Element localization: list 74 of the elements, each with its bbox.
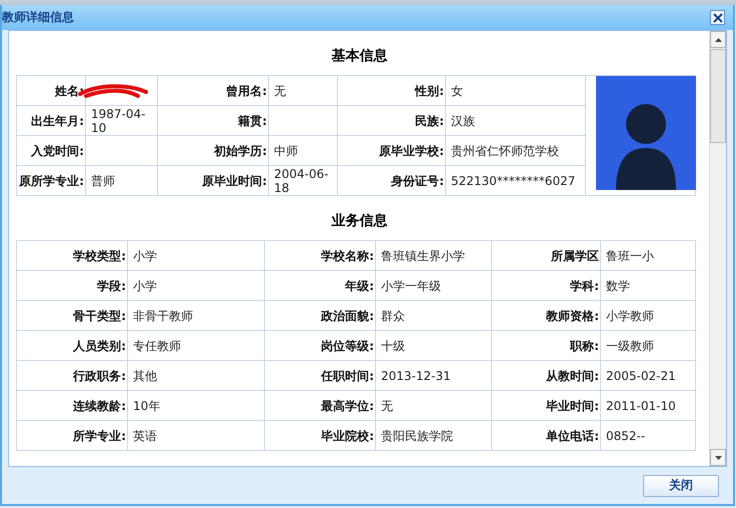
- field-value: 鲁班镇生界小学: [376, 240, 492, 270]
- field-value: 女: [446, 76, 586, 106]
- field-value: 2005-02-21: [600, 360, 696, 390]
- field-label: 所属学区: [492, 240, 600, 270]
- close-dialog-button[interactable]: 关闭: [643, 474, 719, 496]
- field-label: 学校名称:: [264, 240, 376, 270]
- field-value: 十级: [376, 330, 492, 360]
- field-value: 群众: [376, 300, 492, 330]
- field-label: 政治面貌:: [264, 300, 376, 330]
- field-value: 鲁班一小: [600, 240, 696, 270]
- field-value: [86, 136, 158, 166]
- field-label: 出生年月:: [16, 106, 86, 136]
- field-label: 曾用名:: [158, 76, 268, 106]
- field-label: 毕业时间:: [492, 390, 600, 420]
- field-label: 身份证号:: [338, 166, 446, 196]
- field-label: 教师资格:: [492, 300, 600, 330]
- field-label: 学段:: [16, 270, 128, 300]
- close-icon: [712, 12, 722, 22]
- field-value: 小学一年级: [376, 270, 492, 300]
- field-value: 其他: [128, 360, 264, 390]
- redaction-scribble: [78, 82, 150, 100]
- section-title: 业务信息: [330, 212, 388, 231]
- field-label: 原毕业时间:: [158, 166, 268, 196]
- field-value: 小学: [128, 270, 264, 300]
- scroll-down-button[interactable]: [710, 449, 726, 466]
- field-value: 普师: [86, 166, 158, 196]
- scrollbar[interactable]: [709, 31, 726, 466]
- section-title: 基本信息: [330, 47, 388, 66]
- scroll-up-button[interactable]: [710, 31, 726, 48]
- field-label: 岗位等级:: [264, 330, 376, 360]
- field-value: 1987-04-10: [86, 106, 158, 136]
- field-label: 毕业院校:: [264, 420, 376, 450]
- field-label: 职称:: [492, 330, 600, 360]
- scroll-thumb[interactable]: [710, 49, 726, 143]
- window-title: 教师详细信息: [2, 9, 74, 26]
- field-label: 初始学历:: [158, 136, 268, 166]
- field-label: 从教时间:: [492, 360, 600, 390]
- field-label: 年级:: [264, 270, 376, 300]
- field-label: 民族:: [338, 106, 446, 136]
- up-arrow-icon: [714, 38, 722, 42]
- field-value: 无: [268, 76, 338, 106]
- field-value: 专任教师: [128, 330, 264, 360]
- field-value: 2013-12-31: [376, 360, 492, 390]
- field-label: 学科:: [492, 270, 600, 300]
- field-value: 0852--: [600, 420, 696, 450]
- field-label: 连续教龄:: [16, 390, 128, 420]
- field-value: 一级教师: [600, 330, 696, 360]
- field-value: 10年: [128, 390, 264, 420]
- field-label: 学校类型:: [16, 240, 128, 270]
- field-label: 任职时间:: [264, 360, 376, 390]
- field-value: 贵阳民族学院: [376, 420, 492, 450]
- field-label: 骨干类型:: [16, 300, 128, 330]
- field-label: 性别:: [338, 76, 446, 106]
- field-value: 2004-06-18: [268, 166, 338, 196]
- down-arrow-icon: [714, 456, 722, 460]
- field-label: 人员类别:: [16, 330, 128, 360]
- field-value: 中师: [268, 136, 338, 166]
- field-value: 数学: [600, 270, 696, 300]
- close-button[interactable]: [710, 10, 725, 25]
- field-label: 入党时间:: [16, 136, 86, 166]
- field-label: 行政职务:: [16, 360, 128, 390]
- field-label: 单位电话:: [492, 420, 600, 450]
- field-value: 英语: [128, 420, 264, 450]
- field-value: 2011-01-10: [600, 390, 696, 420]
- field-value: 无: [376, 390, 492, 420]
- field-value: 小学教师: [600, 300, 696, 330]
- field-value: 非骨干教师: [128, 300, 264, 330]
- field-label: 所学专业:: [16, 420, 128, 450]
- field-label: 最高学位:: [264, 390, 376, 420]
- field-value: 小学: [128, 240, 264, 270]
- field-label: 籍贯:: [158, 106, 268, 136]
- field-label: 原所学专业:: [16, 166, 86, 196]
- field-label: 原毕业学校:: [338, 136, 446, 166]
- field-value: [268, 106, 338, 136]
